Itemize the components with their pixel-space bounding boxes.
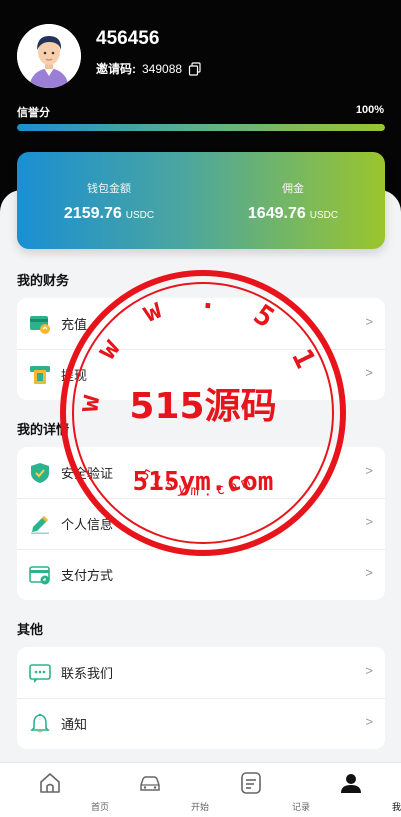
tab-mine[interactable]: 我的 [301, 763, 401, 817]
commission-unit: USDC [309, 210, 339, 221]
invite-code-row: 邀请码: 349088 [96, 60, 202, 77]
credit-score-label: 信誉分 [17, 107, 50, 119]
payment-card-icon [29, 564, 51, 586]
car-icon [138, 771, 162, 795]
chevron-right-icon: > [365, 714, 373, 729]
menu-item-security[interactable]: 安全验证 > [17, 447, 385, 498]
credit-progress-bar [17, 124, 385, 131]
withdraw-icon [29, 364, 51, 386]
bell-icon [29, 713, 51, 735]
chat-icon [29, 662, 51, 684]
commission-value: 1649.76 [247, 205, 306, 222]
credit-progress-fill [17, 124, 385, 131]
shield-icon [29, 462, 51, 484]
user-icon [339, 771, 363, 795]
menu-item-contact-us[interactable]: 联系我们 > [17, 647, 385, 698]
wallet-card: 钱包金额 2159.76 USDC 佣金 1649.76 USDC [17, 152, 385, 249]
home-icon [38, 771, 62, 795]
chevron-right-icon: > [365, 514, 373, 529]
recharge-icon [29, 313, 51, 335]
menu-item-label: 安全验证 [61, 466, 114, 481]
username: 456456 [96, 28, 160, 49]
section-title-details: 我的详情 [17, 422, 70, 437]
other-group: 联系我们 > 通知 > [17, 647, 385, 749]
tab-label: 我的 [391, 802, 401, 812]
chevron-right-icon: > [365, 663, 373, 678]
wallet-balance-title: 钱包金额 [87, 183, 131, 195]
menu-item-payment-method[interactable]: 支付方式 > [17, 549, 385, 600]
pencil-icon [29, 513, 51, 535]
menu-item-label: 通知 [61, 717, 88, 732]
section-title-finance: 我的财务 [17, 273, 70, 288]
record-icon [239, 771, 263, 795]
menu-item-label: 支付方式 [61, 568, 114, 583]
chevron-right-icon: > [365, 565, 373, 580]
menu-item-label: 联系我们 [61, 666, 114, 681]
chevron-right-icon: > [365, 365, 373, 380]
copy-icon[interactable] [188, 61, 202, 76]
tab-start[interactable]: 开始 [100, 763, 209, 817]
invite-code-value: 349088 [142, 61, 183, 76]
chevron-right-icon: > [365, 314, 373, 329]
menu-item-notifications[interactable]: 通知 > [17, 698, 385, 749]
bottom-tab-bar: 首页 开始 记录 我 [0, 762, 401, 817]
menu-item-label: 充值 [61, 317, 88, 332]
menu-item-personal-info[interactable]: 个人信息 > [17, 498, 385, 549]
wallet-balance-unit: USDC [125, 210, 155, 221]
wallet-balance[interactable]: 钱包金额 2159.76 USDC [17, 152, 201, 249]
commission-balance[interactable]: 佣金 1649.76 USDC [201, 152, 385, 249]
commission-amount: 1649.76 USDC [201, 205, 385, 223]
menu-item-withdraw[interactable]: 提现 > [17, 349, 385, 400]
avatar-illustration-icon [17, 24, 81, 88]
menu-item-label: 个人信息 [61, 517, 114, 532]
credit-score-value: 100% [355, 104, 384, 116]
menu-item-label: 提现 [61, 368, 88, 383]
chevron-right-icon: > [365, 463, 373, 478]
menu-item-recharge[interactable]: 充值 > [17, 298, 385, 349]
commission-title: 佣金 [282, 183, 304, 195]
tab-records[interactable]: 记录 [201, 763, 310, 817]
invite-code-label: 邀请码: [96, 62, 136, 76]
tab-home[interactable]: 首页 [0, 763, 109, 817]
wallet-balance-value: 2159.76 [63, 205, 122, 222]
details-group: 安全验证 > 个人信息 > 支付方式 > [17, 447, 385, 600]
section-title-other: 其他 [17, 622, 44, 637]
finance-group: 充值 > 提现 > [17, 298, 385, 400]
wallet-balance-amount: 2159.76 USDC [17, 205, 201, 223]
avatar[interactable] [17, 24, 81, 88]
